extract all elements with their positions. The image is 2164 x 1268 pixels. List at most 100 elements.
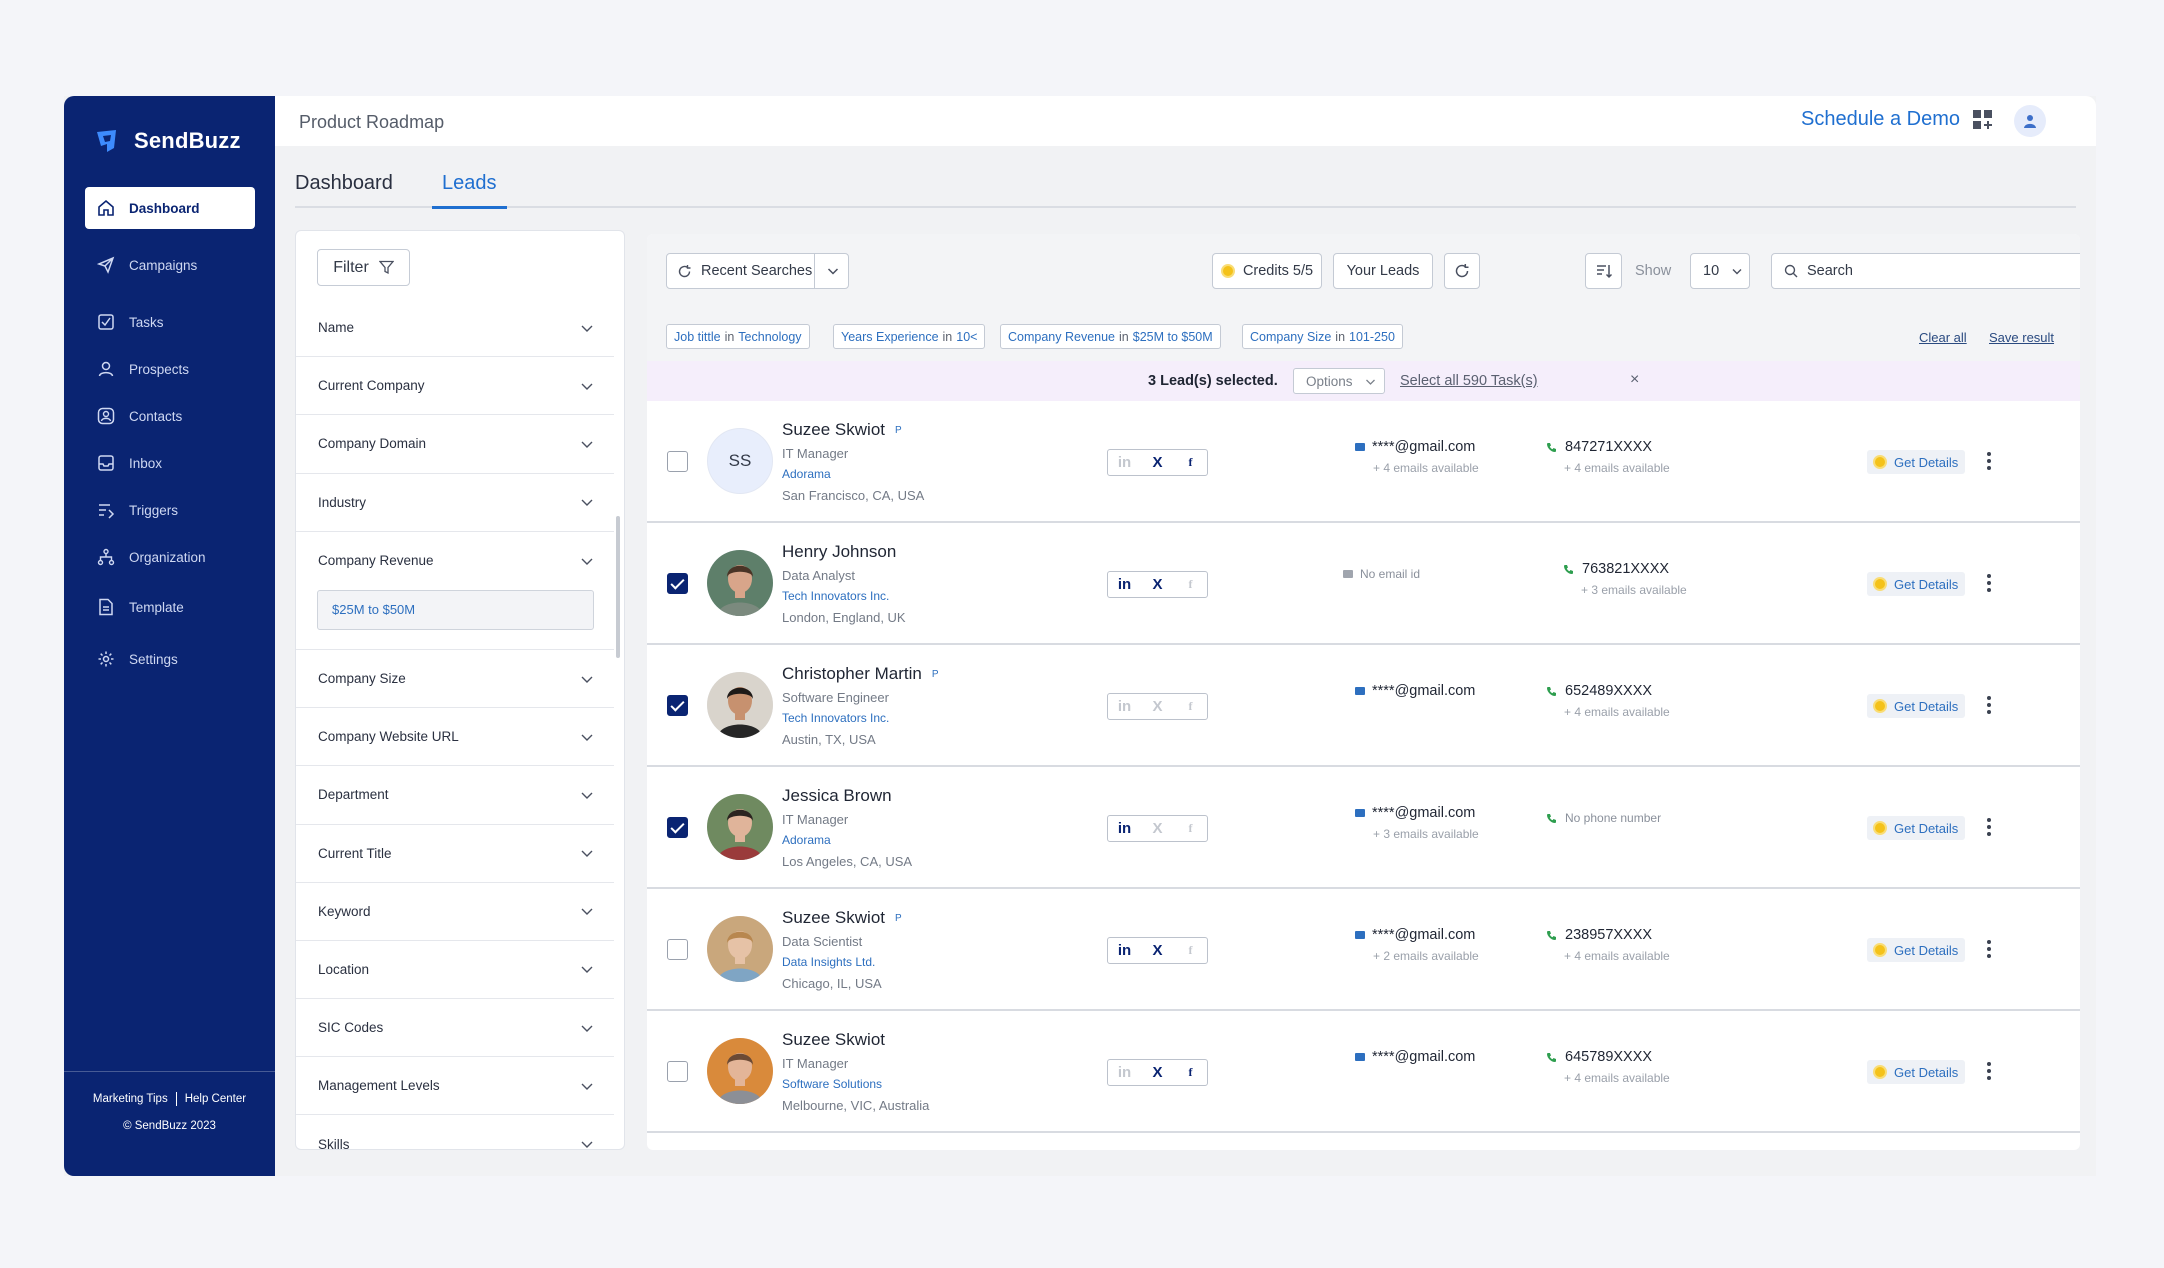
filter-scrollbar[interactable] — [616, 516, 620, 658]
more-options-icon[interactable] — [1981, 449, 1997, 473]
filter-chip[interactable]: Years Experience in 10< — [833, 324, 986, 349]
filter-item-sic-codes[interactable]: SIC Codes — [296, 999, 614, 1058]
sort-button[interactable] — [1585, 253, 1622, 289]
lead-name[interactable]: Suzee Skwiot — [782, 420, 885, 440]
sidebar-item-contacts[interactable]: Contacts — [85, 395, 255, 437]
sidebar-item-tasks[interactable]: Tasks — [85, 301, 255, 343]
lead-name[interactable]: Suzee Skwiot — [782, 1030, 885, 1050]
sidebar-item-prospects[interactable]: Prospects — [85, 348, 255, 390]
clear-all-link[interactable]: Clear all — [1919, 330, 1967, 345]
row-checkbox[interactable] — [667, 695, 688, 716]
options-dropdown[interactable]: Options — [1293, 368, 1385, 394]
close-icon[interactable]: × — [1630, 371, 1639, 389]
chevron-down-icon[interactable] — [826, 264, 840, 278]
linkedin-icon[interactable]: in — [1108, 450, 1141, 475]
select-all-link[interactable]: Select all 590 Task(s) — [1400, 373, 1538, 389]
get-details-button[interactable]: Get Details — [1867, 694, 1965, 718]
sidebar-item-settings[interactable]: Settings — [85, 638, 255, 680]
row-checkbox[interactable] — [667, 451, 688, 472]
lead-company[interactable]: Adorama — [782, 833, 912, 847]
x-icon[interactable]: X — [1141, 450, 1174, 475]
get-details-button[interactable]: Get Details — [1867, 450, 1965, 474]
tab-dashboard[interactable]: Dashboard — [295, 172, 393, 206]
breadcrumb[interactable]: Product Roadmap — [299, 112, 444, 133]
facebook-icon[interactable]: f — [1174, 694, 1207, 719]
filter-item-location[interactable]: Location — [296, 941, 614, 1000]
sidebar-item-organization[interactable]: Organization — [85, 536, 255, 578]
recent-searches-button[interactable]: Recent Searches — [666, 253, 849, 289]
facebook-icon[interactable]: f — [1174, 1060, 1207, 1085]
filter-item-current-company[interactable]: Current Company — [296, 357, 614, 416]
more-options-icon[interactable] — [1981, 571, 1997, 595]
filter-chip[interactable]: Company Revenue in $25M to $50M — [1000, 324, 1221, 349]
save-result-link[interactable]: Save result — [1989, 330, 2054, 345]
more-options-icon[interactable] — [1981, 693, 1997, 717]
row-checkbox[interactable] — [667, 1061, 688, 1082]
sidebar-item-inbox[interactable]: Inbox — [85, 442, 255, 484]
apps-grid-icon[interactable] — [1970, 107, 1996, 133]
lead-name[interactable]: Henry Johnson — [782, 542, 896, 562]
linkedin-icon[interactable]: in — [1108, 694, 1141, 719]
marketing-tips-link[interactable]: Marketing Tips — [93, 1093, 168, 1105]
filter-item-keyword[interactable]: Keyword — [296, 883, 614, 941]
more-options-icon[interactable] — [1981, 1059, 1997, 1083]
get-details-button[interactable]: Get Details — [1867, 938, 1965, 962]
linkedin-icon[interactable]: in — [1108, 816, 1141, 841]
filter-button[interactable]: Filter — [317, 249, 410, 286]
company-revenue-value[interactable]: $25M to $50M — [317, 589, 594, 630]
app-logo[interactable]: SendBuzz — [94, 128, 241, 154]
search-input[interactable]: Search — [1771, 253, 2080, 289]
lead-company[interactable]: Data Insights Ltd. — [782, 955, 902, 969]
x-icon[interactable]: X — [1141, 1060, 1174, 1085]
lead-company[interactable]: Tech Innovators Inc. — [782, 711, 939, 725]
sidebar-item-dashboard[interactable]: Dashboard — [85, 187, 255, 229]
filter-item-company-website-url[interactable]: Company Website URL — [296, 708, 614, 767]
filter-item-skills[interactable]: Skills — [296, 1115, 614, 1149]
get-details-button[interactable]: Get Details — [1867, 572, 1965, 596]
row-checkbox[interactable] — [667, 817, 688, 838]
filter-item-company-revenue[interactable]: Company Revenue — [296, 532, 614, 590]
facebook-icon[interactable]: f — [1174, 816, 1207, 841]
filter-item-name[interactable]: Name — [296, 299, 614, 358]
lead-company[interactable]: Tech Innovators Inc. — [782, 589, 906, 603]
get-details-button[interactable]: Get Details — [1867, 816, 1965, 840]
filter-chip[interactable]: Company Size in 101-250 — [1242, 324, 1403, 349]
filter-chip[interactable]: Job tittle in Technology — [666, 324, 810, 349]
row-checkbox[interactable] — [667, 573, 688, 594]
more-options-icon[interactable] — [1981, 937, 1997, 961]
schedule-demo-link[interactable]: Schedule a Demo — [1801, 108, 1960, 131]
lead-name[interactable]: Christopher Martin — [782, 664, 922, 684]
facebook-icon[interactable]: f — [1174, 938, 1207, 963]
x-icon[interactable]: X — [1141, 816, 1174, 841]
credits-button[interactable]: Credits 5/5 — [1212, 253, 1322, 289]
tab-leads[interactable]: Leads — [432, 172, 507, 209]
linkedin-icon[interactable]: in — [1108, 938, 1141, 963]
filter-item-department[interactable]: Department — [296, 766, 614, 825]
help-center-link[interactable]: Help Center — [185, 1093, 246, 1105]
refresh-button[interactable] — [1444, 253, 1480, 289]
filter-item-management-levels[interactable]: Management Levels — [296, 1057, 614, 1116]
lead-company[interactable]: Software Solutions — [782, 1077, 929, 1091]
filter-item-industry[interactable]: Industry — [296, 474, 614, 532]
linkedin-icon[interactable]: in — [1108, 572, 1141, 597]
x-icon[interactable]: X — [1141, 938, 1174, 963]
x-icon[interactable]: X — [1141, 572, 1174, 597]
lead-name[interactable]: Suzee Skwiot — [782, 908, 885, 928]
user-avatar-button[interactable] — [2014, 105, 2046, 137]
get-details-button[interactable]: Get Details — [1867, 1060, 1965, 1084]
x-icon[interactable]: X — [1141, 694, 1174, 719]
page-size-select[interactable]: 10 — [1690, 253, 1750, 289]
sidebar-item-triggers[interactable]: Triggers — [85, 489, 255, 531]
filter-item-current-title[interactable]: Current Title — [296, 825, 614, 883]
facebook-icon[interactable]: f — [1174, 572, 1207, 597]
sidebar-item-campaigns[interactable]: Campaigns — [85, 244, 255, 286]
row-checkbox[interactable] — [667, 939, 688, 960]
your-leads-button[interactable]: Your Leads — [1333, 253, 1433, 289]
filter-item-company-domain[interactable]: Company Domain — [296, 415, 614, 474]
sidebar-item-template[interactable]: Template — [85, 586, 255, 628]
lead-company[interactable]: Adorama — [782, 467, 924, 481]
lead-name[interactable]: Jessica Brown — [782, 786, 892, 806]
linkedin-icon[interactable]: in — [1108, 1060, 1141, 1085]
more-options-icon[interactable] — [1981, 815, 1997, 839]
filter-item-company-size[interactable]: Company Size — [296, 650, 614, 709]
